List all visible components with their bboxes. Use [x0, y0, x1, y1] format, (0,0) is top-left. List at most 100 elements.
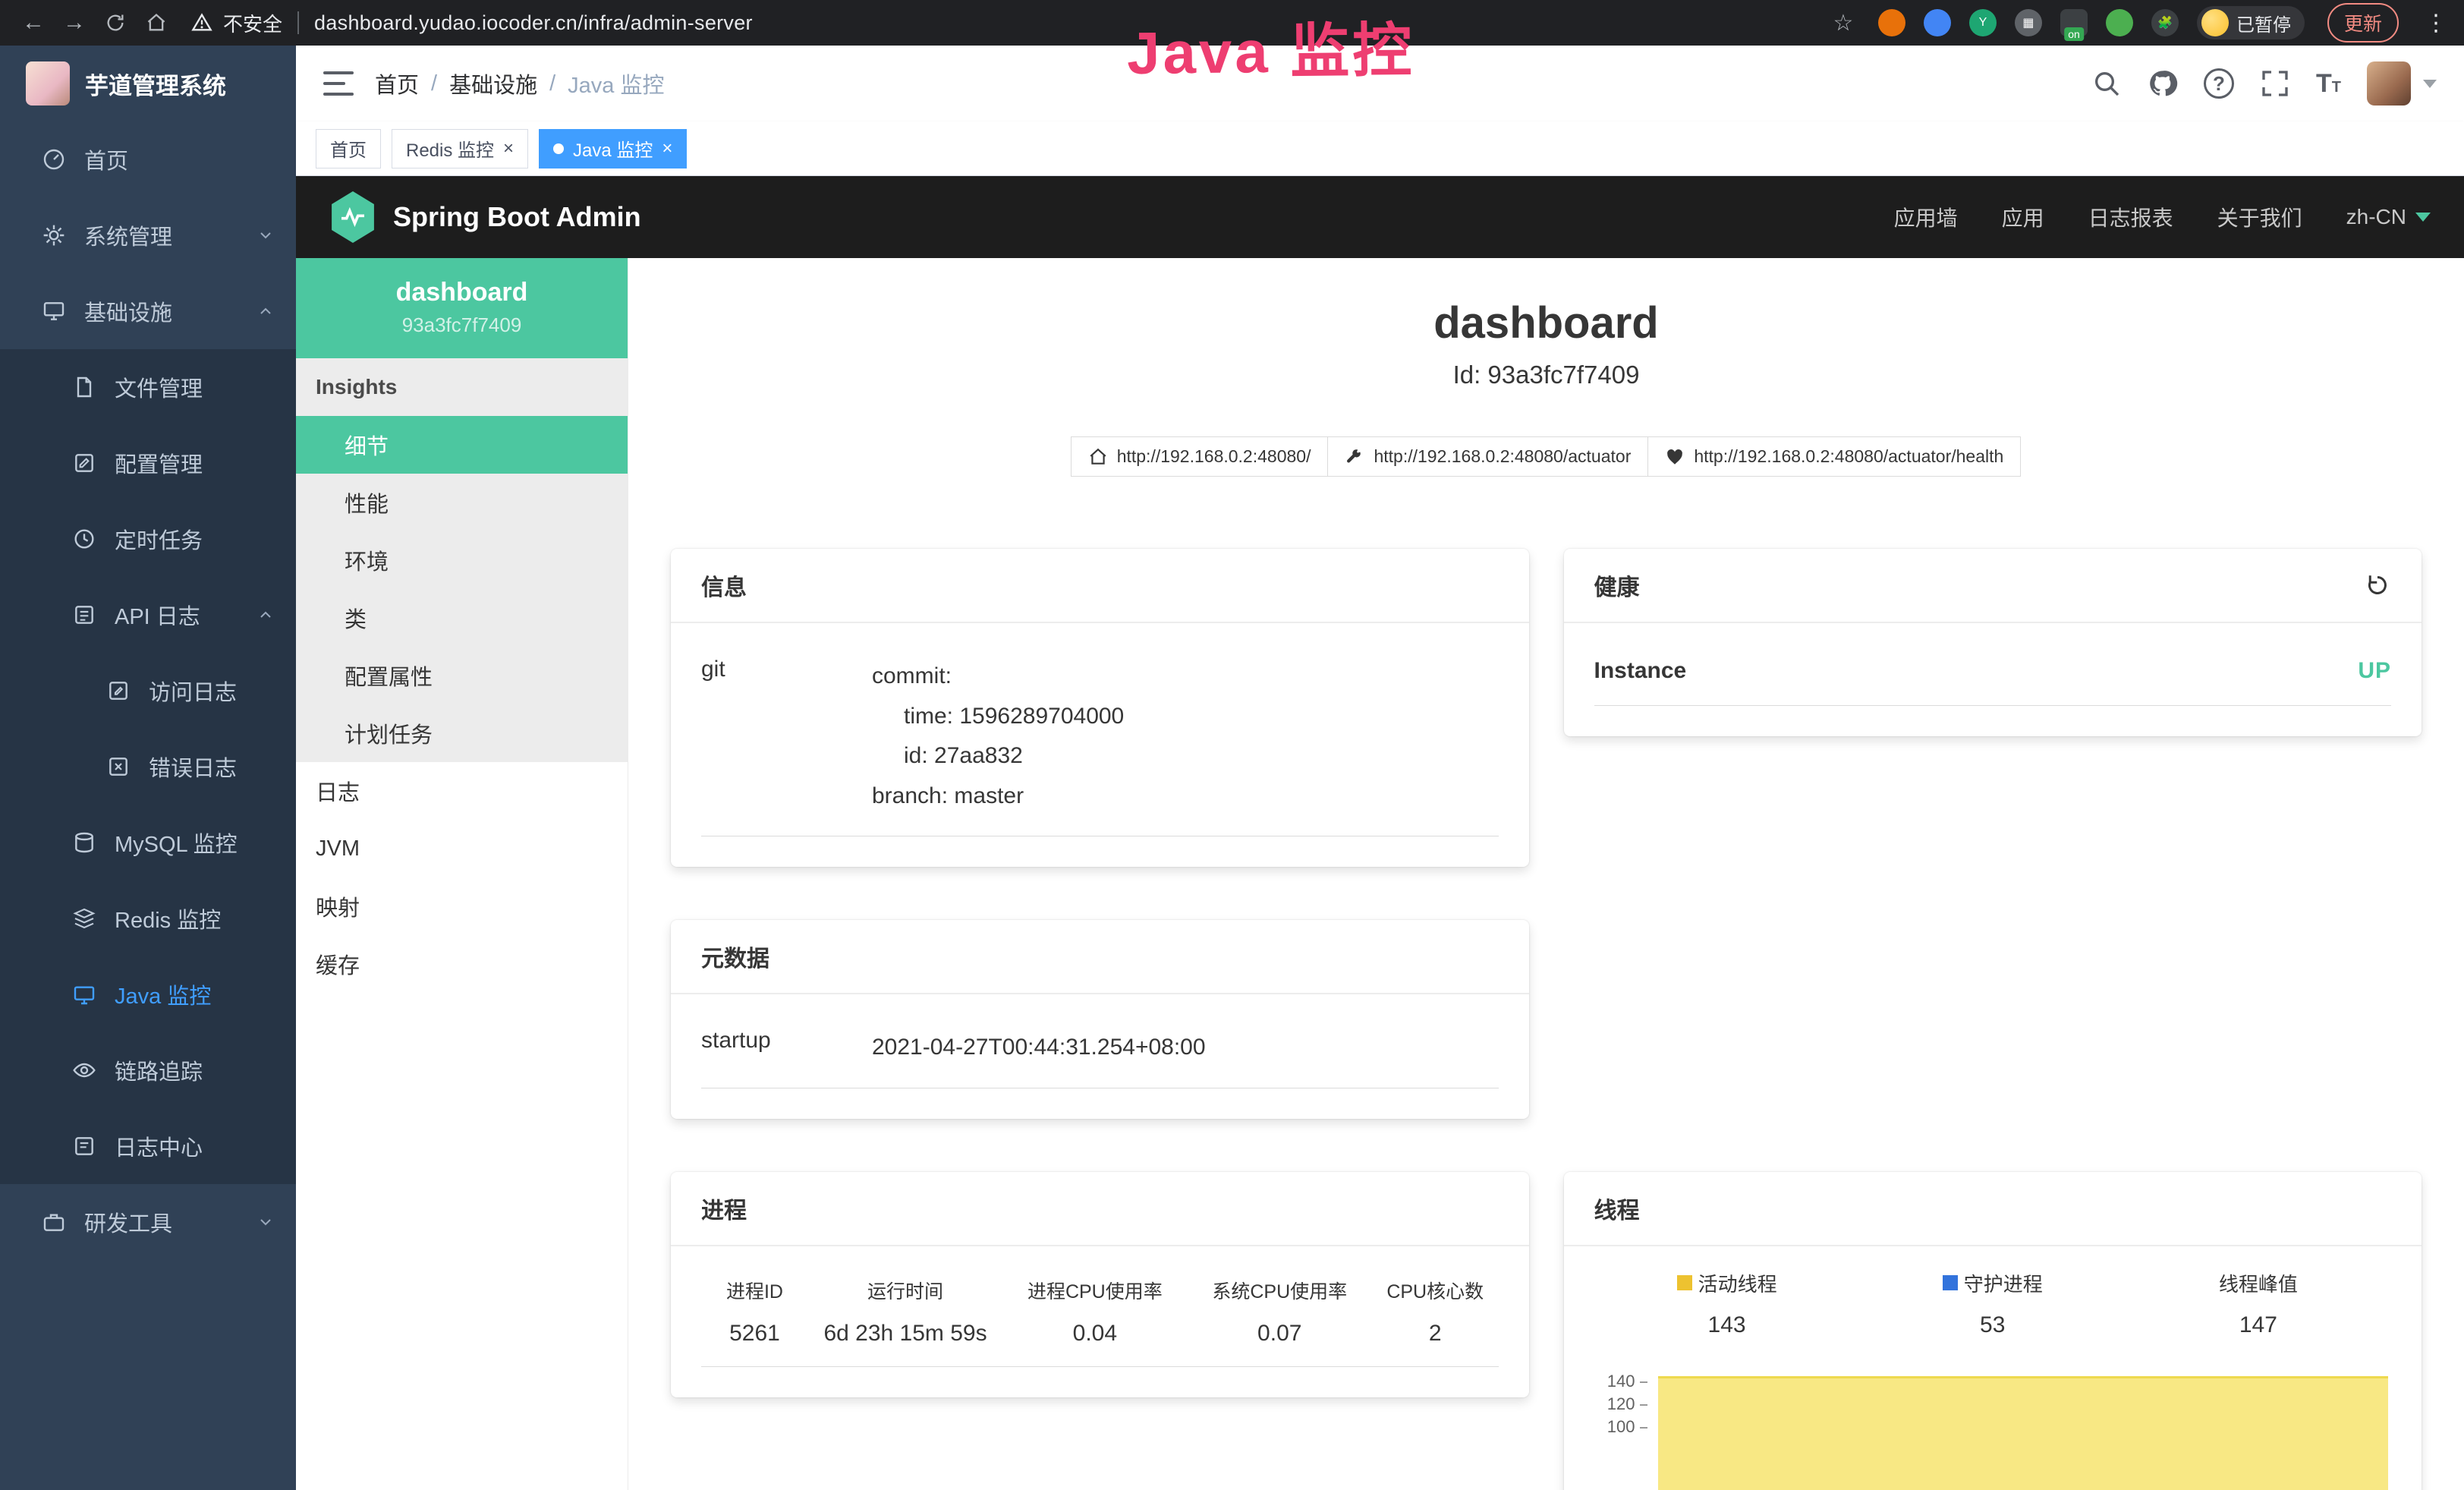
- process-card-title: 进程: [701, 1192, 747, 1225]
- extension-icon-green-circle[interactable]: Y: [1969, 9, 1997, 36]
- security-warning-label: 不安全: [223, 9, 282, 37]
- help-icon[interactable]: ?: [2204, 68, 2234, 99]
- sidebar-item-system[interactable]: 系统管理: [0, 197, 296, 273]
- sidebar-item-link-trace[interactable]: 链路追踪: [0, 1032, 296, 1108]
- toolbox-icon: [42, 1210, 66, 1234]
- sidebar-item-home[interactable]: 首页: [0, 121, 296, 197]
- info-git-row: git commit: time: 1596289704000 id: 27aa…: [701, 635, 1499, 836]
- sidebar-item-infra[interactable]: 基础设施: [0, 273, 296, 349]
- extension-icon-blue-drop[interactable]: [1924, 9, 1951, 36]
- dashboard-icon: [42, 147, 66, 172]
- breadcrumb: 首页 / 基础设施 / Java 监控: [375, 68, 664, 99]
- home-icon[interactable]: [140, 6, 173, 39]
- app-frame: 芋道管理系统 首页 系统管理 基础设施 文件管理: [0, 46, 2464, 1490]
- sidebar-item-access-log[interactable]: 访问日志: [0, 653, 296, 729]
- service-url-link[interactable]: http://192.168.0.2:48080/: [1071, 436, 1329, 477]
- sba-content: dashboard Id: 93a3fc7f7409 http://192.16…: [628, 258, 2464, 1490]
- threads-card-title: 线程: [1594, 1192, 1640, 1225]
- instance-header[interactable]: dashboard 93a3fc7f7409: [296, 258, 628, 358]
- hamburger-icon[interactable]: [323, 71, 354, 96]
- close-icon[interactable]: ×: [662, 140, 672, 158]
- process-table: 进程ID 运行时间 进程CPU使用率 系统CPU使用率 CPU核心数 5261 …: [701, 1266, 1499, 1367]
- tab-java-monitor[interactable]: Java 监控 ×: [539, 129, 687, 169]
- sba-item-scheduledtasks[interactable]: 计划任务: [296, 704, 628, 762]
- info-card: 信息 git commit: time: 1596289704000 id: 2…: [671, 549, 1529, 867]
- sba-item-classes[interactable]: 类: [296, 589, 628, 647]
- avatar-caret-icon[interactable]: [2423, 80, 2437, 88]
- font-size-icon[interactable]: TT: [2316, 69, 2341, 99]
- user-avatar[interactable]: [2367, 61, 2411, 106]
- health-instance-row[interactable]: Instance UP: [1594, 635, 2392, 706]
- sba-item-metrics[interactable]: 性能: [296, 474, 628, 531]
- extension-icon-orange[interactable]: [1878, 9, 1905, 36]
- github-icon[interactable]: [2148, 68, 2178, 99]
- metadata-card: 元数据 startup 2021-04-27T00:44:31.254+08:0…: [671, 920, 1529, 1119]
- sba-item-caches[interactable]: 缓存: [296, 935, 628, 993]
- sba-item-env[interactable]: 环境: [296, 531, 628, 589]
- extension-icon-grid[interactable]: ▦: [2015, 9, 2042, 36]
- actuator-url-link[interactable]: http://192.168.0.2:48080/actuator: [1327, 436, 1648, 477]
- log-center-icon: [72, 1134, 96, 1158]
- sba-item-jvm[interactable]: JVM: [296, 820, 628, 877]
- search-icon[interactable]: [2091, 68, 2122, 99]
- extension-icon-on-switch[interactable]: on: [2060, 9, 2088, 36]
- metadata-card-title: 元数据: [701, 940, 769, 973]
- monitor-icon: [42, 299, 66, 323]
- extension-icon-leaf[interactable]: [2106, 9, 2133, 36]
- address-bar[interactable]: 不安全 dashboard.yudao.iocoder.cn/infra/adm…: [191, 9, 1819, 37]
- sba-item-mappings[interactable]: 映射: [296, 877, 628, 935]
- sba-body: dashboard 93a3fc7f7409 Insights 细节 性能 环境…: [296, 258, 2464, 1490]
- legend-square-daemon: [1943, 1275, 1958, 1290]
- sidebar-item-mysql-monitor[interactable]: MySQL 监控: [0, 805, 296, 880]
- fullscreen-icon[interactable]: [2260, 68, 2290, 99]
- chevron-up-icon: [256, 606, 275, 624]
- nav-journal[interactable]: 日志报表: [2088, 202, 2173, 232]
- nav-applications[interactable]: 应用: [2002, 202, 2044, 232]
- instance-title: dashboard: [671, 298, 2422, 348]
- sidebar-item-api-log[interactable]: API 日志: [0, 577, 296, 653]
- sidebar-item-error-log[interactable]: 错误日志: [0, 729, 296, 805]
- sidebar-item-file-manage[interactable]: 文件管理: [0, 349, 296, 425]
- active-threads-area: [1658, 1376, 2389, 1490]
- sba-item-loggers[interactable]: 日志: [296, 762, 628, 820]
- browser-menu-icon[interactable]: ⋮: [2425, 10, 2447, 36]
- tab-redis-monitor[interactable]: Redis 监控 ×: [392, 129, 528, 169]
- app-logo[interactable]: 芋道管理系统: [0, 46, 296, 121]
- sidebar-item-cron-job[interactable]: 定时任务: [0, 501, 296, 577]
- sidebar-item-config-manage[interactable]: 配置管理: [0, 425, 296, 501]
- breadcrumb-home[interactable]: 首页: [375, 68, 419, 99]
- active-tab-dot: [553, 143, 564, 154]
- layers-icon: [72, 906, 96, 931]
- annotation-text: Java 监控: [1126, 3, 1415, 91]
- tag-bar: 首页 Redis 监控 × Java 监控 ×: [296, 121, 2464, 176]
- refresh-icon[interactable]: [99, 6, 132, 39]
- bookmark-star-icon[interactable]: ☆: [1827, 6, 1860, 39]
- sba-brand[interactable]: Spring Boot Admin: [329, 191, 641, 243]
- health-url-link[interactable]: http://192.168.0.2:48080/actuator/health: [1647, 436, 2021, 477]
- sba-item-configprops[interactable]: 配置属性: [296, 647, 628, 704]
- threads-area-chart: 140 120 100: [1594, 1358, 2392, 1479]
- health-card: 健康 Instance UP: [1564, 549, 2422, 736]
- sidebar-item-java-monitor[interactable]: Java 监控: [0, 956, 296, 1032]
- sba-item-details[interactable]: 细节: [296, 416, 628, 474]
- tab-home[interactable]: 首页: [316, 129, 381, 169]
- extension-puzzle-icon[interactable]: 🧩: [2151, 9, 2179, 36]
- sidebar-item-redis-monitor[interactable]: Redis 监控: [0, 880, 296, 956]
- breadcrumb-infra[interactable]: 基础设施: [449, 68, 537, 99]
- profile-chip[interactable]: 已暂停: [2197, 6, 2305, 39]
- back-button[interactable]: ←: [17, 6, 50, 39]
- close-icon[interactable]: ×: [503, 140, 514, 158]
- screen: ← → 不安全 dashboard.yudao.iocoder.cn/infra…: [0, 0, 2464, 1490]
- history-icon[interactable]: [2364, 572, 2391, 599]
- url-text[interactable]: dashboard.yudao.iocoder.cn/infra/admin-s…: [314, 11, 753, 35]
- forward-button[interactable]: →: [58, 6, 91, 39]
- chrome-update-button[interactable]: 更新: [2327, 3, 2399, 43]
- chevron-down-icon: [2415, 213, 2431, 222]
- sidebar-item-dev-tools[interactable]: 研发工具: [0, 1184, 296, 1260]
- sidebar-item-log-center[interactable]: 日志中心: [0, 1108, 296, 1184]
- nav-wallboard[interactable]: 应用墙: [1894, 202, 1958, 232]
- health-card-title: 健康: [1594, 569, 1640, 602]
- locale-select[interactable]: zh-CN: [2346, 205, 2431, 229]
- log-icon: [72, 603, 96, 627]
- nav-about[interactable]: 关于我们: [2217, 202, 2302, 232]
